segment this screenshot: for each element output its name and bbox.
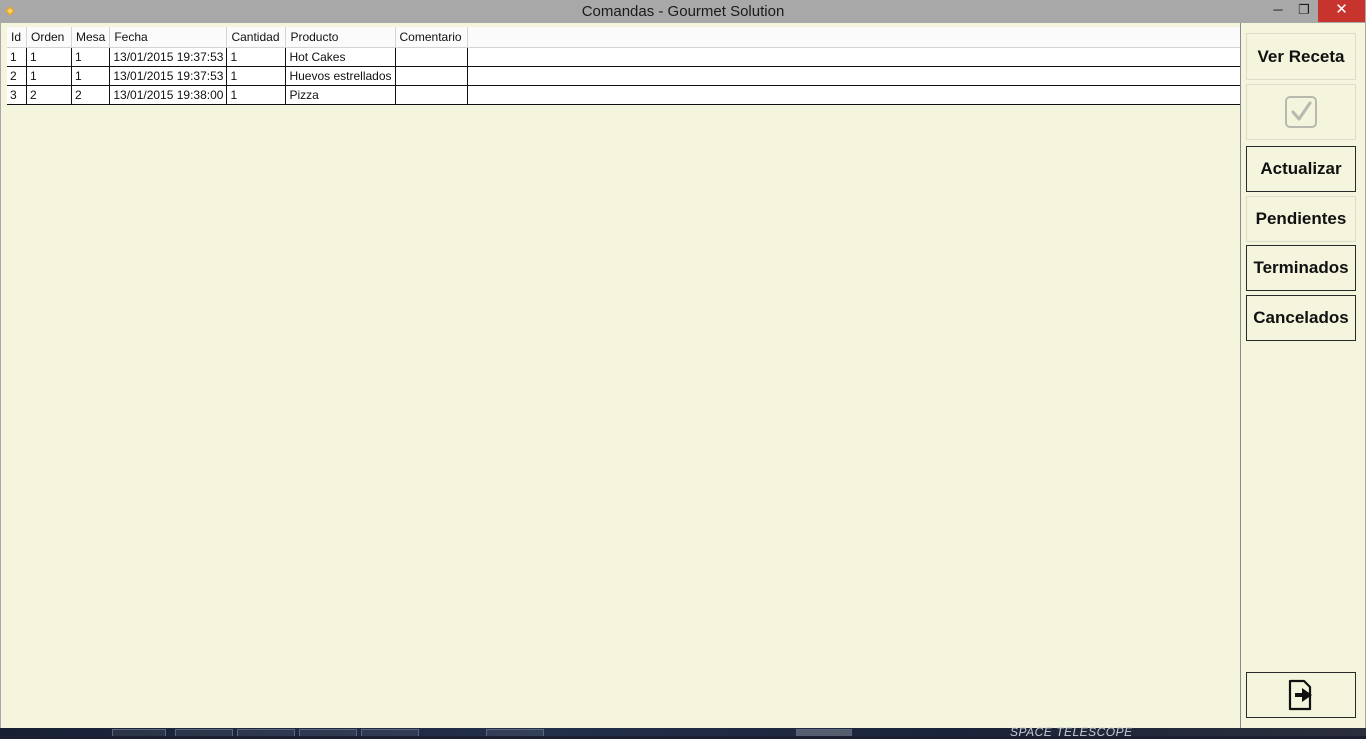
mark-done-button[interactable] — [1246, 84, 1356, 140]
cell-fecha[interactable]: 13/01/2015 19:38:00 — [109, 85, 228, 105]
cancelados-button[interactable]: Cancelados — [1246, 295, 1356, 341]
wallpaper-text: SPACE TELESCOPE — [1010, 725, 1133, 739]
cell-id[interactable]: 2 — [7, 66, 27, 86]
taskbar-app-button[interactable] — [361, 729, 419, 736]
cell-producto[interactable]: Pizza — [285, 85, 396, 105]
close-button[interactable]: ✕ — [1318, 0, 1365, 22]
col-header-fecha[interactable]: Fecha — [109, 27, 228, 48]
taskbar-active-app-button[interactable] — [796, 729, 852, 736]
window-title: Comandas - Gourmet Solution — [581, 3, 785, 20]
maximize-button[interactable]: ❐ — [1291, 0, 1317, 22]
terminados-label: Terminados — [1253, 258, 1349, 277]
col-header-producto[interactable]: Producto — [285, 27, 396, 48]
col-header-id[interactable]: Id — [7, 27, 27, 48]
title-bar[interactable]: Comandas - Gourmet Solution ─ ❐ ✕ — [0, 0, 1366, 23]
cell-comentario[interactable] — [395, 47, 468, 67]
col-header-orden[interactable]: Orden — [26, 27, 72, 48]
cell-comentario[interactable] — [395, 66, 468, 86]
cell-comentario[interactable] — [395, 85, 468, 105]
cell-mesa[interactable]: 1 — [71, 66, 111, 86]
table-row[interactable]: 3 2 2 13/01/2015 19:38:00 1 Pizza — [7, 85, 1240, 105]
cancelados-label: Cancelados — [1253, 308, 1349, 327]
col-header-filler — [467, 27, 1240, 48]
col-header-comentario[interactable]: Comentario — [395, 27, 468, 48]
cell-cantidad[interactable]: 1 — [226, 66, 287, 86]
cell-producto[interactable]: Hot Cakes — [285, 47, 396, 67]
exit-button[interactable] — [1246, 672, 1356, 718]
table-row[interactable]: 2 1 1 13/01/2015 19:37:53 1 Huevos estre… — [7, 66, 1240, 86]
col-header-cantidad[interactable]: Cantidad — [226, 27, 287, 48]
col-header-mesa[interactable]: Mesa — [71, 27, 111, 48]
cell-filler — [467, 66, 1240, 86]
taskbar-app-button[interactable] — [237, 729, 295, 736]
cell-producto[interactable]: Huevos estrellados — [285, 66, 396, 86]
cell-fecha[interactable]: 13/01/2015 19:37:53 — [109, 66, 228, 86]
cell-orden[interactable]: 1 — [26, 47, 72, 67]
pendientes-label: Pendientes — [1255, 209, 1347, 228]
exit-icon — [1288, 679, 1312, 711]
check-icon — [1285, 96, 1317, 128]
cell-mesa[interactable]: 2 — [71, 85, 111, 105]
cell-fecha[interactable]: 13/01/2015 19:37:53 — [109, 47, 228, 67]
taskbar-app-button[interactable] — [486, 729, 544, 736]
action-sidebar: Ver Receta Actualizar Pendientes Termina… — [1242, 23, 1365, 728]
cell-mesa[interactable]: 1 — [71, 47, 111, 67]
orders-grid[interactable]: Id Orden Mesa Fecha Cantidad Producto Co… — [7, 27, 1240, 105]
actualizar-button[interactable]: Actualizar — [1246, 146, 1356, 192]
cell-orden[interactable]: 2 — [26, 85, 72, 105]
client-area: Id Orden Mesa Fecha Cantidad Producto Co… — [1, 23, 1365, 728]
cell-id[interactable]: 3 — [7, 85, 27, 105]
cell-id[interactable]: 1 — [7, 47, 27, 67]
pendientes-button[interactable]: Pendientes — [1246, 196, 1356, 242]
table-row[interactable]: 1 1 1 13/01/2015 19:37:53 1 Hot Cakes — [7, 47, 1240, 67]
cell-orden[interactable]: 1 — [26, 66, 72, 86]
ver-receta-label: Ver Receta — [1257, 46, 1345, 66]
taskbar-app-button[interactable] — [175, 729, 233, 736]
taskbar: SPACE TELESCOPE — [0, 725, 1366, 739]
grid-header-row: Id Orden Mesa Fecha Cantidad Producto Co… — [7, 27, 1240, 48]
actualizar-label: Actualizar — [1260, 159, 1342, 178]
taskbar-app-button[interactable] — [112, 729, 166, 736]
minimize-button[interactable]: ─ — [1265, 0, 1291, 22]
app-window: Comandas - Gourmet Solution ─ ❐ ✕ Id Ord… — [0, 0, 1366, 728]
cell-cantidad[interactable]: 1 — [226, 47, 287, 67]
ver-receta-button[interactable]: Ver Receta — [1246, 33, 1356, 80]
orders-grid-area: Id Orden Mesa Fecha Cantidad Producto Co… — [1, 23, 1241, 728]
terminados-button[interactable]: Terminados — [1246, 245, 1356, 291]
cell-cantidad[interactable]: 1 — [226, 85, 287, 105]
cell-filler — [467, 85, 1240, 105]
cell-filler — [467, 47, 1240, 67]
taskbar-app-button[interactable] — [299, 729, 357, 736]
